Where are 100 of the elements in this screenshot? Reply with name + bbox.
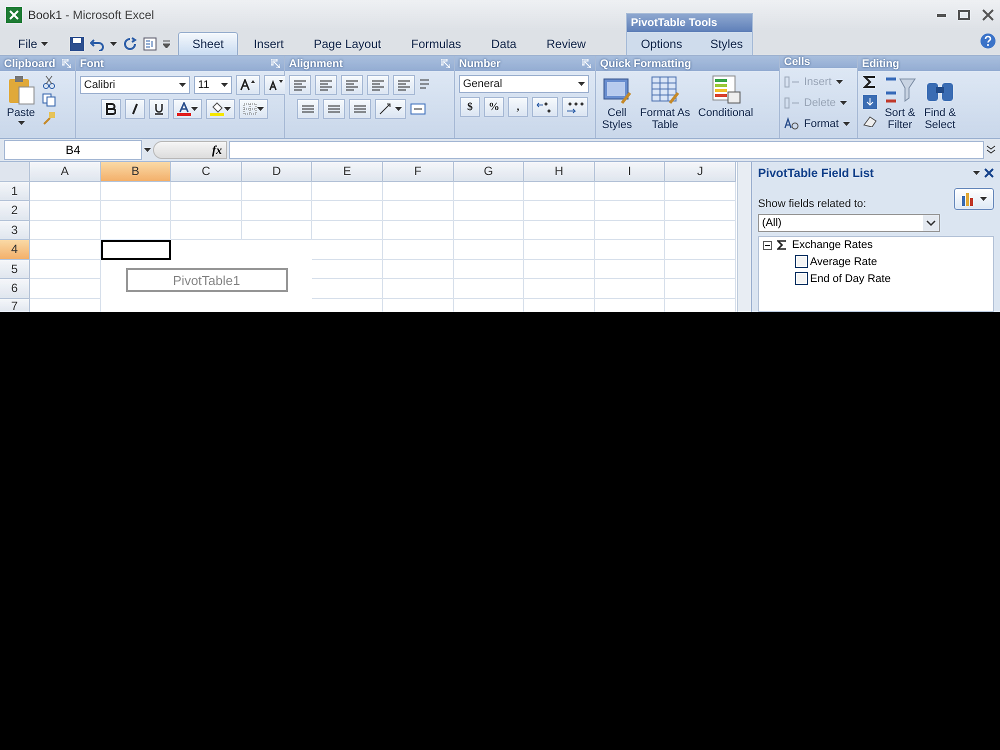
grid-cell[interactable] (665, 220, 736, 240)
ribbon-tab[interactable]: Page Layout (300, 32, 396, 55)
align-right-button[interactable] (341, 75, 363, 95)
row-header[interactable]: 6 (0, 279, 30, 298)
cells-button[interactable]: Format (784, 114, 850, 134)
editing-button[interactable]: Sort & Filter (882, 75, 918, 134)
number-format-field[interactable]: General (459, 75, 589, 93)
grid-cell[interactable] (242, 220, 312, 240)
ribbon-tab[interactable]: Sheet (178, 32, 238, 55)
column-header[interactable]: E (312, 162, 383, 182)
collapse-icon[interactable] (763, 240, 772, 250)
grid-cell[interactable] (665, 279, 736, 298)
grid-cell[interactable] (242, 201, 312, 220)
column-header[interactable]: B (100, 162, 172, 182)
grid-cell[interactable] (594, 279, 666, 298)
grid-cell[interactable] (454, 201, 524, 220)
grid-cell[interactable] (171, 182, 242, 201)
grid-cell[interactable] (524, 260, 595, 279)
borders-button[interactable] (238, 99, 268, 119)
quick-format-button[interactable]: Format As Table (638, 75, 692, 134)
row-header[interactable]: 4 (0, 240, 30, 260)
grid-cell[interactable] (594, 240, 666, 260)
decrease-decimal-button[interactable] (562, 97, 588, 117)
column-header[interactable]: D (242, 162, 312, 182)
align-center-button[interactable] (315, 75, 337, 95)
column-header[interactable]: G (454, 162, 524, 182)
orientation-button[interactable] (374, 99, 406, 119)
grid-cell[interactable] (171, 220, 242, 240)
ribbon-tab[interactable]: Insert (240, 32, 298, 55)
column-header[interactable]: A (30, 162, 101, 182)
column-header[interactable]: J (665, 162, 736, 182)
grid-cell[interactable] (665, 201, 736, 220)
ribbon-tab[interactable]: Options (626, 32, 696, 55)
grid-cell[interactable] (382, 201, 454, 220)
grid-cell[interactable] (454, 260, 524, 279)
row-header[interactable]: 5 (0, 260, 30, 279)
column-header[interactable]: F (382, 162, 454, 182)
column-header[interactable]: H (524, 162, 595, 182)
row-header[interactable]: 7 (0, 298, 30, 312)
grid-cell[interactable] (665, 260, 736, 279)
grid-cell[interactable] (665, 240, 736, 260)
editing-button[interactable]: Find & Select (922, 75, 958, 134)
grid-cell[interactable] (524, 220, 595, 240)
grid-cell[interactable] (242, 182, 312, 201)
row-header[interactable]: 2 (0, 201, 30, 220)
grid-cell[interactable] (382, 279, 454, 298)
align-left-button[interactable] (289, 75, 311, 95)
grid-cell[interactable] (454, 279, 524, 298)
grow-font-button[interactable] (236, 75, 260, 95)
grid-cell[interactable] (312, 201, 383, 220)
ribbon-tab[interactable]: Formulas (397, 32, 476, 55)
grid-cell[interactable] (454, 182, 524, 201)
column-header[interactable]: I (594, 162, 666, 182)
fill-color-button[interactable] (206, 99, 234, 119)
formula-input[interactable] (229, 141, 984, 159)
row-header[interactable]: 3 (0, 220, 30, 240)
row-header[interactable]: 1 (0, 182, 30, 201)
bottom-align-button[interactable] (348, 99, 370, 119)
grid-cell[interactable] (524, 279, 595, 298)
increase-indent-button[interactable] (393, 75, 415, 95)
field-group-label[interactable]: Exchange Rates (792, 239, 873, 251)
grid-cell[interactable] (594, 260, 666, 279)
field-label[interactable]: End of Day Rate (810, 272, 891, 284)
column-header[interactable]: C (171, 162, 242, 182)
number-style-button[interactable]: $ (460, 97, 480, 117)
layout-button[interactable] (954, 188, 994, 210)
grid-cell[interactable] (594, 182, 666, 201)
top-align-button[interactable] (296, 99, 318, 119)
middle-align-button[interactable] (322, 99, 344, 119)
grid-cell[interactable] (100, 201, 172, 220)
font-name-field[interactable]: Calibri (80, 76, 190, 94)
quick-format-button[interactable]: Cell Styles (600, 75, 634, 134)
grid-cell[interactable] (312, 182, 383, 201)
select-all-corner[interactable] (0, 162, 30, 182)
grid-cell[interactable] (30, 220, 101, 240)
grid-cell[interactable] (382, 182, 454, 201)
increase-decimal-button[interactable] (532, 97, 558, 117)
field-checkbox[interactable] (795, 255, 808, 268)
insert-function-button[interactable]: fx (153, 141, 227, 159)
field-checkbox[interactable] (795, 272, 808, 285)
field-label[interactable]: Average Rate (810, 256, 878, 268)
fields-filter-dropdown[interactable]: (All) (758, 214, 940, 232)
grid-cell[interactable] (171, 201, 242, 220)
grid-cell[interactable] (594, 220, 666, 240)
ribbon-tab[interactable]: Review (532, 32, 600, 55)
grid-cell[interactable] (454, 220, 524, 240)
grid-cell[interactable] (30, 182, 101, 201)
grid-cell[interactable] (594, 201, 666, 220)
ribbon-tab[interactable]: Data (477, 32, 530, 55)
grid-cell[interactable] (382, 260, 454, 279)
italic-button[interactable] (124, 99, 144, 119)
grid-cell[interactable] (100, 182, 172, 201)
number-style-button[interactable]: % (484, 97, 504, 117)
underline-button[interactable] (148, 99, 168, 119)
pivot-table-name-field[interactable]: PivotTable1 (126, 268, 288, 292)
grid-cell[interactable] (524, 240, 595, 260)
font-size-field[interactable]: 11 (194, 76, 232, 94)
grid-cell[interactable] (524, 201, 595, 220)
grid-cell[interactable] (524, 182, 595, 201)
quick-format-button[interactable]: Conditional (696, 75, 756, 134)
